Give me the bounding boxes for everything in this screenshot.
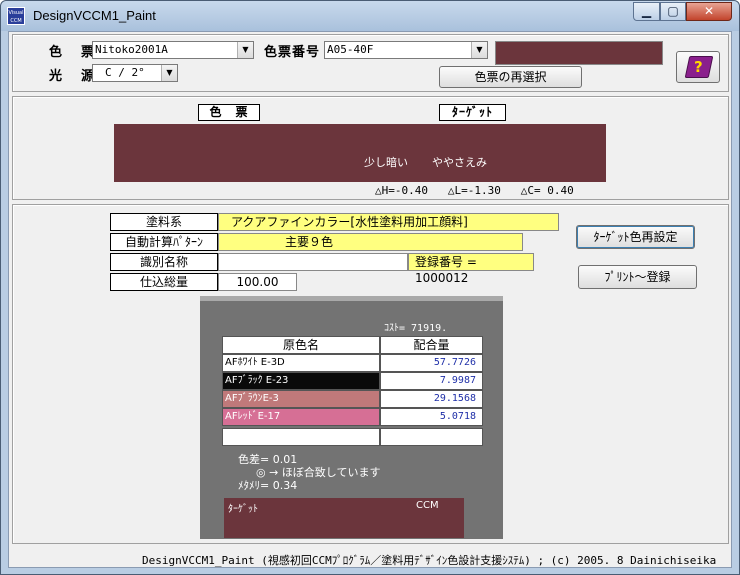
pigment-name[interactable]: AFﾚｯﾄﾞE-17 [222,408,380,426]
help-button[interactable]: ? [676,51,720,83]
pigment-name[interactable]: AFﾌﾞﾗｳﾝE-3 [222,390,380,408]
pigment-name[interactable]: AFﾎﾜｲﾄ E-3D [222,354,380,372]
table-row[interactable]: AFﾎﾜｲﾄ E-3D 57.7726 [222,354,483,372]
window-title: DesignVCCM1_Paint [33,8,156,23]
app-window: Visual CCM DesignVCCM1_Paint ▁ ▢ ✕ 色 票 N… [0,0,740,575]
delta-values: △H=-0.40 △L=-1.30 △C= 0.40 [375,184,574,197]
client-area: 色 票 Nitoko2001A ▼ 色票番号 A05-40F ▼ 光 源 C /… [8,31,732,568]
print-register-button[interactable]: ﾌﾟﾘﾝﾄ～登録 [578,265,697,289]
total-amount-input[interactable]: 100.00 [218,273,297,291]
table-row[interactable]: AFﾌﾞﾗｳﾝE-3 29.1568 [222,390,483,408]
auto-pattern-field[interactable]: 主要９色 [218,233,523,251]
delta-h: △H=-0.40 [375,184,428,197]
col-header-amount: 配合量 [380,336,483,354]
table-row[interactable]: AFﾚｯﾄﾞE-17 5.0718 [222,408,483,426]
formula-panel: ｺｽﾄ= 71919. 原色名 配合量 AFﾎﾜｲﾄ E-3D 57.7726 … [200,296,503,539]
minimize-button[interactable]: ▁ [633,2,660,21]
vividness-text: ややさえみ [432,156,487,169]
pigment-amount[interactable]: 57.7726 [380,354,483,372]
light-source-label: 光 源 [49,69,98,84]
paint-type-label: 塗料系 [110,213,218,231]
pigment-amount[interactable]: 29.1568 [380,390,483,408]
color-number-select[interactable]: A05-40F ▼ [324,41,488,59]
metamerism-value: ﾒﾀﾒﾘ= 0.34 [238,479,298,492]
color-chart-header: 色 票 [198,104,260,121]
pigment-amount[interactable]: 7.9987 [380,372,483,390]
table-row[interactable] [222,428,483,446]
table-header-row: 原色名 配合量 [222,336,483,354]
close-button[interactable]: ✕ [686,2,732,21]
selection-panel: 色 票 Nitoko2001A ▼ 色票番号 A05-40F ▼ 光 源 C /… [12,34,729,92]
chevron-down-icon[interactable]: ▼ [237,42,253,58]
id-name-input[interactable] [218,253,408,271]
color-chart-label: 色 票 [49,45,98,60]
color-number-value: A05-40F [327,43,374,56]
delta-l: △L=-1.30 [447,184,501,197]
auto-pattern-label: 自動計算ﾊﾟﾀｰﾝ [110,233,218,251]
title-bar[interactable]: Visual CCM DesignVCCM1_Paint ▁ ▢ ✕ [1,1,739,31]
light-source-value: C / 2° [105,66,145,79]
light-source-select[interactable]: C / 2° ▼ [92,64,178,82]
target-header: ﾀｰｹﾞｯﾄ [439,104,506,121]
chevron-down-icon[interactable]: ▼ [161,65,177,81]
result-ccm-label: CCM [416,500,439,511]
target-color-swatch [495,41,663,65]
status-bar: DesignVCCM1_Paint (視感初回CCMﾌﾟﾛｸﾞﾗﾑ／塗料用ﾃﾞｻ… [142,554,717,567]
col-header-name: 原色名 [222,336,380,354]
cost-value: ｺｽﾄ= 71919. [384,323,448,334]
registration-number: 登録番号 = 1000012 [408,253,534,285]
delta-c: △C= 0.40 [520,184,574,197]
color-number-label: 色票番号 [264,45,321,60]
result-target-label: ﾀｰｹﾞｯﾄ [228,504,258,515]
pigment-amount[interactable]: 5.0718 [380,408,483,426]
id-name-label: 識別名称 [110,253,218,271]
color-chart-select[interactable]: Nitoko2001A ▼ [92,41,254,59]
pigment-amount[interactable] [380,428,483,446]
paint-type-field[interactable]: アクアファインカラー[水性塗料用加工顔料] [218,213,559,231]
total-amount-label: 仕込総量 [110,273,218,291]
table-row[interactable]: AFﾌﾞﾗｯｸ E-23 7.9987 [222,372,483,390]
pigment-name[interactable] [222,428,380,446]
color-comparison-bar: 少し暗い ややさえみ [114,124,606,182]
app-icon: Visual CCM [7,7,25,25]
darkness-text: 少し暗い [364,156,408,169]
help-book-icon: ? [684,56,714,78]
color-chart-value: Nitoko2001A [95,43,168,56]
maximize-button[interactable]: ▢ [660,2,686,21]
target-reset-button[interactable]: ﾀｰｹﾞｯﾄ色再設定 [576,225,695,249]
pigment-name[interactable]: AFﾌﾞﾗｯｸ E-23 [222,372,380,390]
result-color-bar: ﾀｰｹﾞｯﾄ CCM [224,498,464,538]
chevron-down-icon[interactable]: ▼ [471,42,487,58]
reselect-chart-button[interactable]: 色票の再選択 [439,66,582,88]
